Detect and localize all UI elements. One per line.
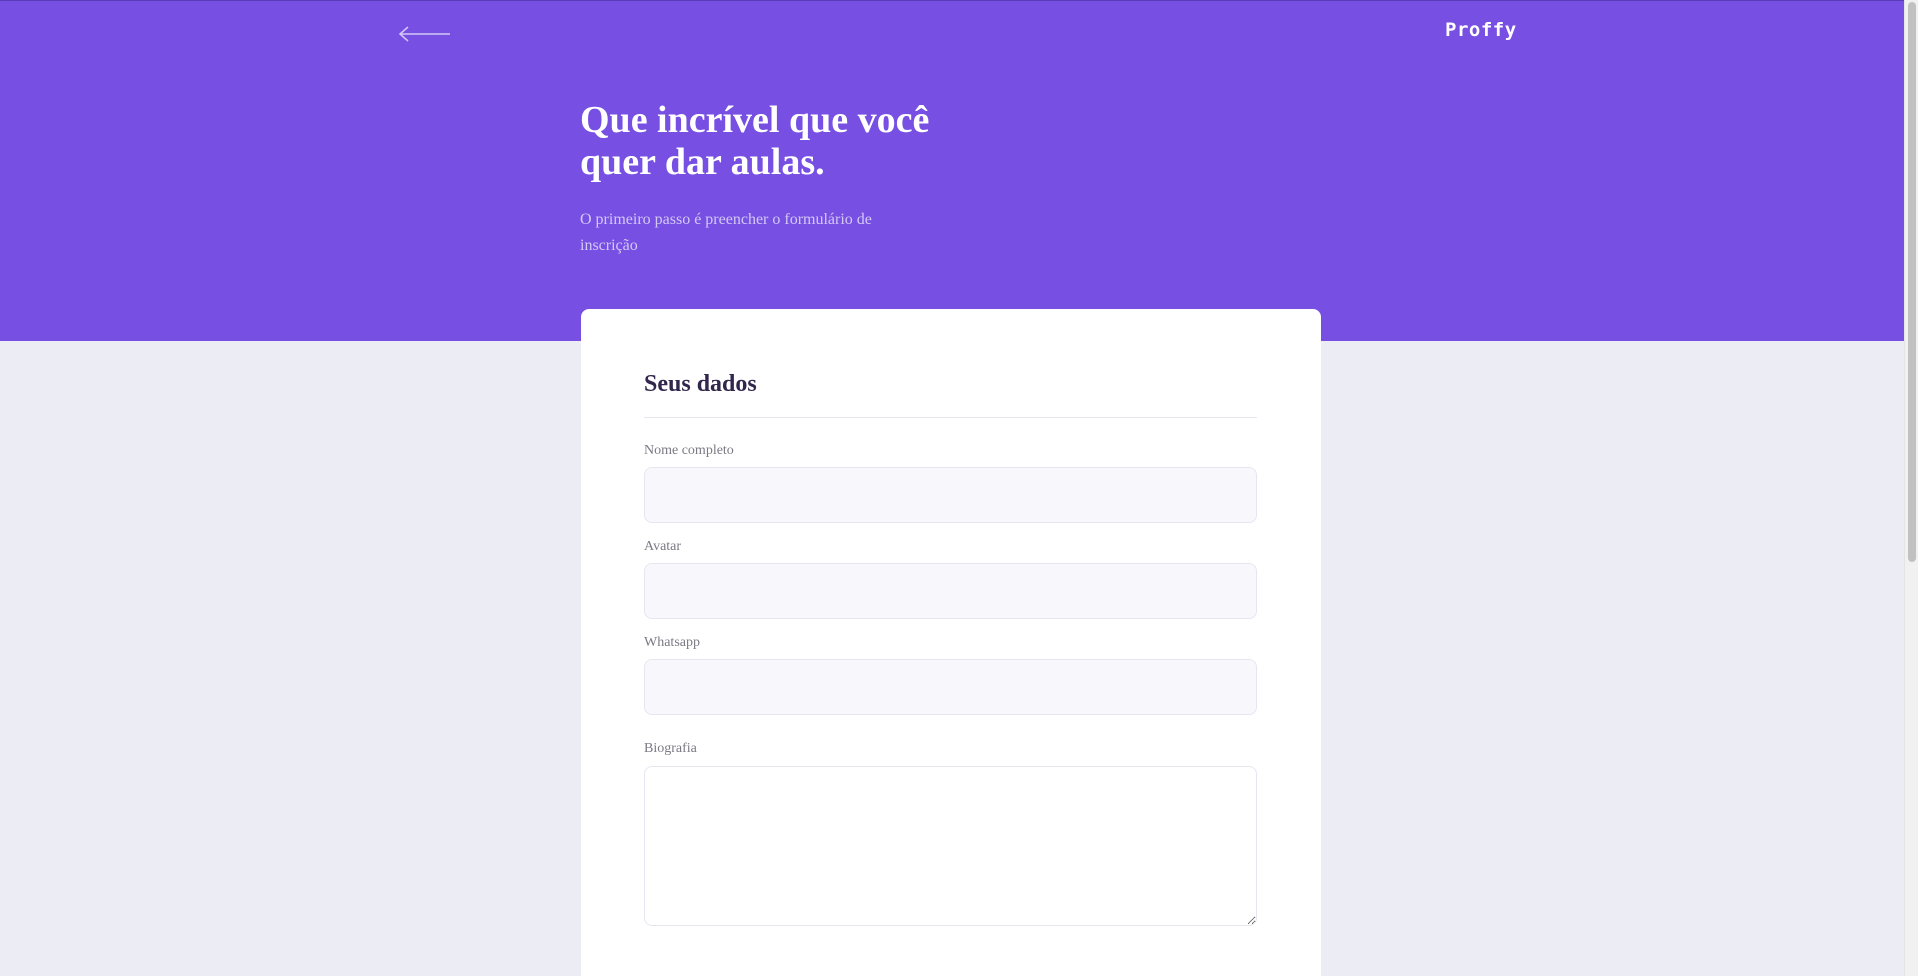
page-subtitle: O primeiro passo é preencher o formulári…	[580, 211, 872, 254]
whatsapp-input[interactable]	[644, 659, 1257, 715]
avatar-label: Avatar	[644, 539, 682, 554]
bio-label: Biografia	[644, 741, 697, 756]
section-title: Seus dados	[644, 371, 757, 397]
whatsapp-label: Whatsapp	[644, 635, 700, 650]
top-bar: Proffy	[0, 1, 1904, 67]
page-header: Proffy Que incrível que você quer dar au…	[0, 0, 1904, 341]
name-label: Nome completo	[644, 443, 734, 458]
page-title: Que incrível que você quer dar aulas.	[580, 99, 930, 183]
avatar-input[interactable]	[644, 563, 1257, 619]
arrow-left-icon	[398, 26, 450, 42]
page-scrollbar[interactable]	[1904, 0, 1918, 976]
name-input[interactable]	[644, 467, 1257, 523]
page: Proffy Que incrível que você quer dar au…	[0, 0, 1904, 976]
section-divider	[644, 417, 1257, 418]
proffy-logo: Proffy	[1445, 19, 1517, 41]
back-button[interactable]	[398, 23, 452, 45]
form-card: Seus dados Nome completo Avatar Whatsapp…	[581, 309, 1321, 976]
bio-textarea[interactable]	[644, 766, 1257, 926]
scrollbar-thumb[interactable]	[1908, 2, 1916, 562]
